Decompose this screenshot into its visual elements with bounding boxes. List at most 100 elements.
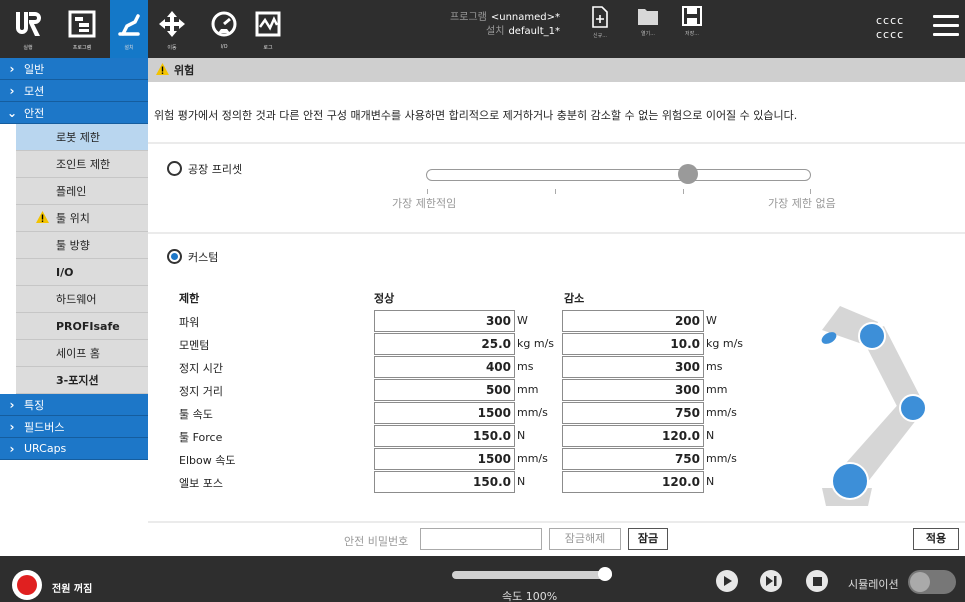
new-button[interactable]: 신규...	[580, 6, 620, 39]
step-button[interactable]	[760, 570, 782, 592]
save-icon	[682, 6, 702, 26]
tab-installation[interactable]: 설치	[110, 0, 148, 58]
sidebar-item-general[interactable]: › 일반	[0, 58, 148, 80]
limit-row-label: 모멘텀	[179, 339, 210, 352]
unlock-button[interactable]: 잠금해제	[549, 528, 621, 550]
limit-row-label: 파워	[179, 316, 200, 329]
normal-value-field[interactable]: 1500	[374, 402, 515, 424]
stop-button[interactable]	[806, 570, 828, 592]
sidebar-item-three-position[interactable]: 3-포지션	[16, 367, 148, 394]
speed-slider[interactable]	[452, 571, 612, 579]
speed-label: 속도 100%	[502, 590, 558, 602]
safety-password-input[interactable]	[420, 528, 542, 550]
speed-slider-handle[interactable]	[598, 567, 612, 581]
normal-unit-label: ms	[517, 360, 534, 373]
move-arrows-icon	[155, 6, 189, 42]
sidebar-item-tool-position[interactable]: 툴 위치	[16, 205, 148, 232]
warning-icon	[36, 211, 49, 226]
reduced-value-field[interactable]: 120.0	[562, 471, 704, 493]
lock-button[interactable]: 잠금	[628, 528, 668, 550]
custom-panel: 커스텀 제한 정상 감소 파워 300 W 200 W 모멘텀 25.0 kg m/s 10.0…	[148, 234, 965, 521]
io-gauge-icon	[207, 6, 241, 42]
reduced-value-field[interactable]: 120.0	[562, 425, 704, 447]
normal-value-field[interactable]: 1500	[374, 448, 515, 470]
normal-unit-label: mm	[517, 383, 539, 396]
hamburger-menu-icon[interactable]	[933, 15, 959, 37]
sidebar-item-label: URCaps	[24, 442, 67, 455]
tab-move[interactable]: 이동	[152, 0, 192, 58]
warning-icon	[156, 62, 169, 78]
sidebar-item-profisafe[interactable]: PROFIsafe	[16, 313, 148, 340]
factory-preset-label: 공장 프리셋	[188, 163, 243, 176]
reduced-value-field[interactable]: 10.0	[562, 333, 704, 355]
sidebar-item-urcaps[interactable]: › URCaps	[0, 438, 148, 460]
reduced-unit-label: W	[706, 314, 717, 327]
slider-tick	[427, 189, 428, 194]
sidebar-item-label: 툴 위치	[56, 212, 90, 225]
simulation-toggle[interactable]	[908, 570, 956, 594]
install-robot-icon	[112, 6, 146, 42]
installation-name: default_1*	[508, 26, 560, 37]
sidebar-item-label: 조인트 제한	[56, 158, 111, 171]
tab-io[interactable]: I/O	[204, 0, 244, 58]
slider-tick	[683, 189, 684, 194]
chevron-right-icon: ›	[9, 419, 15, 434]
limit-row-label: Elbow 속도	[179, 454, 236, 467]
play-button[interactable]	[716, 570, 738, 592]
tab-log-label: 로그	[263, 45, 273, 51]
normal-value-field[interactable]: 25.0	[374, 333, 515, 355]
limit-row-label: 엘보 포스	[179, 477, 223, 490]
reduced-value-field[interactable]: 300	[562, 356, 704, 378]
sidebar-item-safety[interactable]: ⌄ 안전	[0, 102, 148, 124]
sidebar-item-features[interactable]: › 특징	[0, 394, 148, 416]
main-content: 위험 위험 평가에서 정의한 것과 다른 안전 구성 매개변수를 사용하면 합리…	[148, 58, 965, 556]
tab-program-label: 프로그램	[72, 45, 92, 51]
tab-log[interactable]: 로그	[248, 0, 288, 58]
normal-value-field[interactable]: 400	[374, 356, 515, 378]
normal-unit-label: N	[517, 429, 526, 442]
normal-unit-label: N	[517, 475, 526, 488]
reduced-unit-label: N	[706, 475, 715, 488]
open-button[interactable]: 열기...	[628, 6, 668, 37]
reduced-value-field[interactable]: 750	[562, 402, 704, 424]
reduced-value-field[interactable]: 750	[562, 448, 704, 470]
sidebar-item-tool-direction[interactable]: 툴 방향	[16, 232, 148, 259]
normal-value-field[interactable]: 150.0	[374, 471, 515, 493]
ur-logo-icon	[11, 6, 45, 42]
sidebar-item-robot-limits[interactable]: 로봇 제한	[16, 124, 148, 151]
tab-run[interactable]: 실행	[6, 0, 50, 58]
normal-value-field[interactable]: 500	[374, 379, 515, 401]
tab-program[interactable]: 프로그램	[56, 0, 108, 58]
sidebar-item-hardware[interactable]: 하드웨어	[16, 286, 148, 313]
tab-io-label: I/O	[220, 44, 228, 50]
sidebar-item-io[interactable]: I/O	[16, 259, 148, 286]
reduced-unit-label: mm/s	[706, 406, 737, 419]
normal-value-field[interactable]: 150.0	[374, 425, 515, 447]
preset-slider[interactable]	[426, 169, 811, 181]
reduced-value-field[interactable]: 300	[562, 379, 704, 401]
sidebar-item-label: 툴 방향	[56, 239, 90, 252]
normal-value-field[interactable]: 300	[374, 310, 515, 332]
safety-password-label: 안전 비밀번호	[344, 535, 409, 548]
sidebar-item-safe-home[interactable]: 세이프 홈	[16, 340, 148, 367]
chevron-down-icon: ⌄	[6, 105, 18, 120]
factory-preset-radio[interactable]	[167, 161, 182, 176]
open-button-label: 열기...	[641, 31, 655, 37]
sidebar-item-planes[interactable]: 플레인	[16, 178, 148, 205]
chevron-right-icon: ›	[9, 61, 15, 76]
custom-radio[interactable]	[167, 249, 182, 264]
power-button[interactable]	[12, 570, 42, 600]
sidebar-item-label: 일반	[24, 62, 45, 76]
sidebar-item-joint-limits[interactable]: 조인트 제한	[16, 151, 148, 178]
preset-slider-handle[interactable]	[677, 164, 698, 184]
reduced-value-field[interactable]: 200	[562, 310, 704, 332]
sidebar-item-label: 로봇 제한	[56, 131, 100, 144]
apply-button[interactable]: 적용	[913, 528, 959, 550]
warning-header: 위험	[148, 58, 965, 82]
sidebar-item-fieldbus[interactable]: › 필드버스	[0, 416, 148, 438]
open-folder-icon	[638, 9, 658, 25]
save-button[interactable]: 저장...	[672, 6, 712, 37]
column-header-normal: 정상	[374, 292, 395, 305]
program-key: 프로그램	[450, 12, 487, 23]
sidebar-item-motion[interactable]: › 모션	[0, 80, 148, 102]
